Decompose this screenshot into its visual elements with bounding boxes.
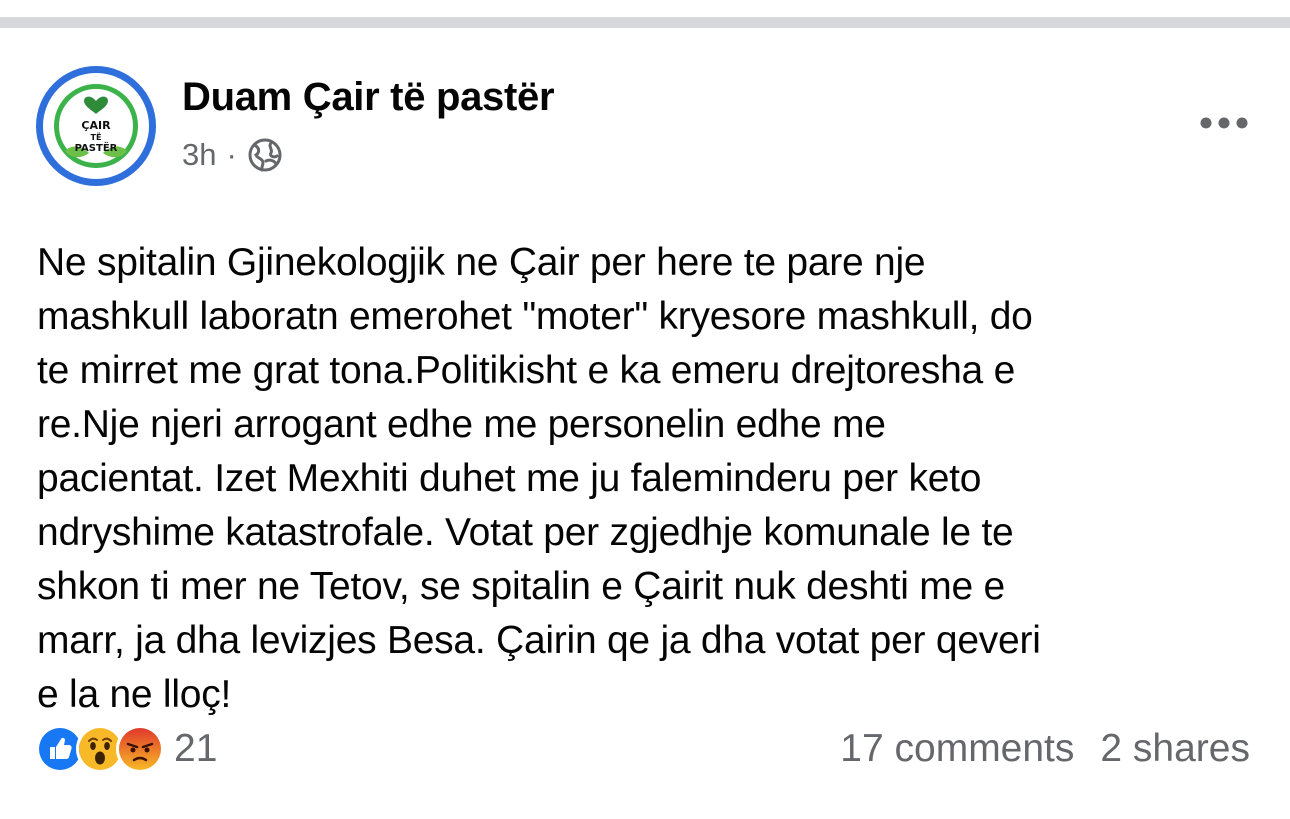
avatar-background: ÇAIR TË PASTËR	[43, 73, 149, 179]
feed-divider	[0, 17, 1290, 28]
reactions-summary[interactable]: 21	[36, 725, 217, 773]
post-line: e la ne lloç!	[37, 673, 232, 716]
svg-text:ÇAIR: ÇAIR	[81, 119, 111, 132]
shares-link[interactable]: 2 shares	[1100, 727, 1250, 771]
reaction-count: 21	[174, 727, 218, 770]
post-card: ÇAIR TË PASTËR Duam Çair të pastër 3h · …	[0, 28, 1290, 819]
post-timestamp[interactable]: 3h	[182, 137, 216, 173]
post-body: Ne spitalin Gjinekologjik ne Çair per he…	[37, 236, 1262, 722]
post-line: pacientat. Izet Mexhiti duhet me ju fale…	[37, 457, 982, 500]
post-line: mashkull laboratn emerohet "moter" kryes…	[37, 295, 1033, 338]
page-avatar[interactable]: ÇAIR TË PASTËR	[36, 66, 156, 186]
post-meta: 3h ·	[182, 135, 283, 175]
avatar-logo-icon: ÇAIR TË PASTËR	[65, 96, 127, 158]
comments-link[interactable]: 17 comments	[840, 727, 1074, 771]
post-line: Ne spitalin Gjinekologjik ne Çair per he…	[37, 241, 926, 284]
post-line: re.Nje njeri arrogant edhe me personelin…	[37, 403, 886, 446]
page-name[interactable]: Duam Çair të pastër	[182, 75, 555, 120]
post-line: ndryshime katastrofale. Votat per zgjedh…	[37, 511, 1014, 554]
meta-separator: ·	[226, 137, 237, 172]
svg-text:TË: TË	[91, 132, 102, 142]
angry-icon	[116, 725, 164, 773]
engagement-counts: 17 comments 2 shares	[840, 725, 1250, 773]
svg-text:PASTËR: PASTËR	[75, 140, 118, 154]
post-line: marr, ja dha levizjes Besa. Çairin qe ja…	[37, 619, 1041, 662]
more-options-icon[interactable]	[1198, 108, 1250, 138]
post-line: te mirret me grat tona.Politikisht e ka …	[37, 349, 1016, 392]
post-line: shkon ti mer ne Tetov, se spitalin e Çai…	[37, 565, 1005, 608]
globe-icon[interactable]	[247, 137, 283, 173]
